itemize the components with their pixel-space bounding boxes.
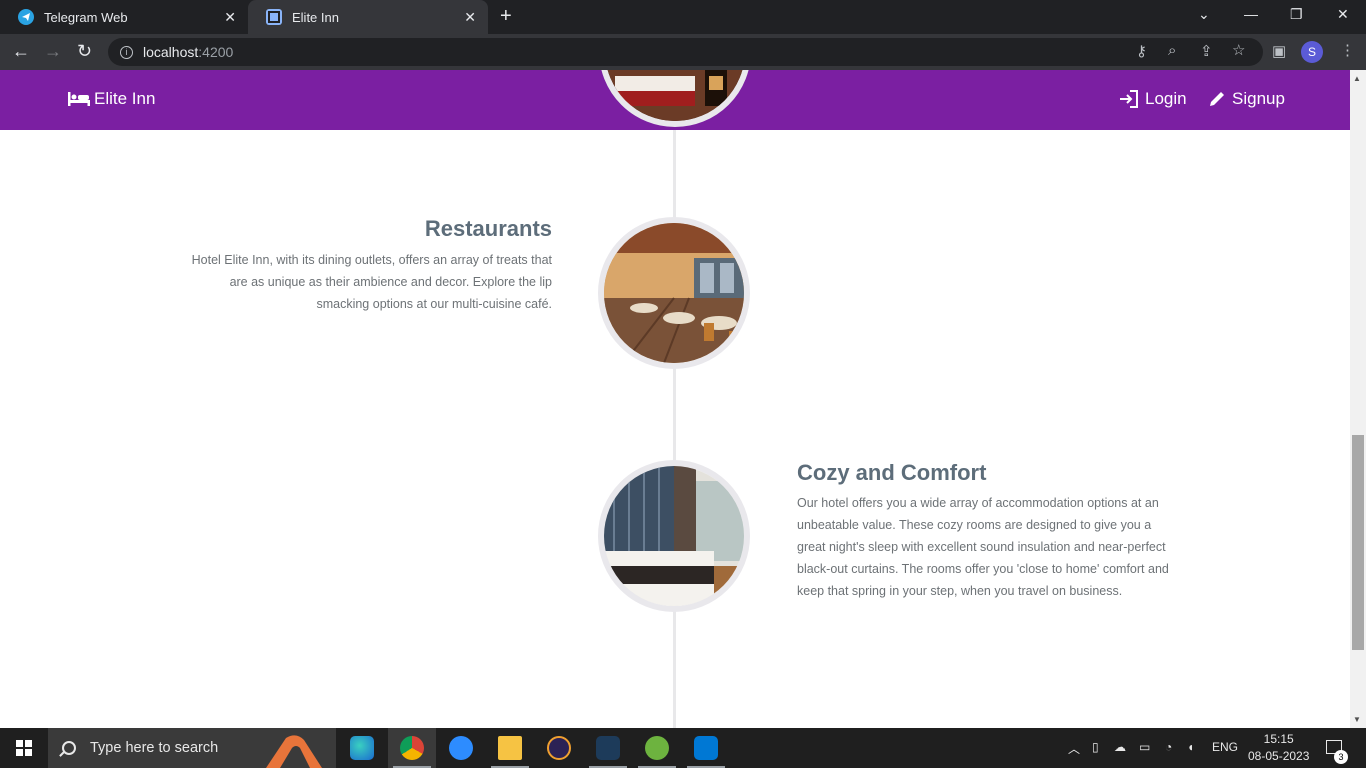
login-icon bbox=[1120, 90, 1138, 108]
key-icon[interactable]: ⚷ bbox=[1136, 42, 1147, 60]
scroll-up-arrow[interactable]: ▲ bbox=[1353, 74, 1361, 83]
clock[interactable]: 15:15 08-05-2023 bbox=[1248, 731, 1309, 765]
tab-title: Elite Inn bbox=[292, 9, 339, 25]
windows-taskbar: Type here to search ︿ ▯ ☁ ▭ ◔ ◖ ENG 15:1… bbox=[0, 728, 1366, 768]
volume-icon[interactable]: ◖ bbox=[1187, 740, 1194, 754]
telegram-icon bbox=[18, 9, 34, 25]
pencil-icon bbox=[1210, 92, 1224, 106]
chrome-icon[interactable] bbox=[400, 736, 424, 760]
restaurants-description: Hotel Elite Inn, with its dining outlets… bbox=[191, 253, 552, 311]
bookmark-star-icon[interactable]: ☆ bbox=[1232, 41, 1245, 59]
zoom-icon[interactable]: ⌕ bbox=[1168, 42, 1176, 59]
site-favicon bbox=[266, 9, 282, 25]
forward-icon[interactable]: → bbox=[44, 41, 62, 62]
zoom-icon[interactable] bbox=[449, 736, 473, 760]
restaurant-image bbox=[598, 217, 750, 369]
clock-date: 08-05-2023 bbox=[1248, 749, 1310, 763]
mysql-workbench-icon[interactable] bbox=[596, 736, 620, 760]
restore-icon[interactable]: ❐ bbox=[1290, 6, 1303, 23]
search-highlight-image bbox=[266, 735, 322, 768]
taskbar-search[interactable]: Type here to search bbox=[48, 728, 336, 768]
device-icon[interactable]: ▯ bbox=[1092, 740, 1099, 754]
browser-tab-bar: Telegram Web ✕ Elite Inn ✕ + ⌄ — ❐ ✕ bbox=[0, 0, 1366, 34]
share-icon[interactable]: ⇪ bbox=[1200, 42, 1213, 60]
search-placeholder: Type here to search bbox=[90, 740, 219, 756]
back-icon[interactable]: ← bbox=[12, 41, 30, 62]
url-port: :4200 bbox=[198, 44, 234, 60]
side-panel-icon[interactable]: ▣ bbox=[1272, 42, 1286, 60]
wifi-icon[interactable]: ◔ bbox=[1165, 740, 1172, 754]
cozy-comfort-heading: Cozy and Comfort bbox=[797, 460, 987, 485]
spring-tools-icon[interactable] bbox=[645, 736, 669, 760]
show-hidden-icons-icon[interactable]: ︿ bbox=[1068, 740, 1080, 757]
bed-icon bbox=[68, 92, 90, 106]
brand-link[interactable]: Elite Inn bbox=[68, 89, 155, 109]
tab-elite-inn[interactable]: Elite Inn ✕ bbox=[248, 0, 488, 34]
onedrive-icon[interactable]: ☁ bbox=[1114, 740, 1126, 754]
site-info-icon[interactable]: i bbox=[120, 45, 133, 59]
cozy-room-image bbox=[598, 460, 750, 612]
restaurants-heading: Restaurants bbox=[424, 216, 552, 241]
file-explorer-icon[interactable] bbox=[498, 736, 522, 760]
page-viewport: Elite Inn Login Signup Restaurants Hotel… bbox=[0, 70, 1366, 728]
language-indicator[interactable]: ENG bbox=[1212, 740, 1238, 754]
tab-title: Telegram Web bbox=[44, 9, 128, 25]
notification-count: 3 bbox=[1334, 750, 1348, 764]
battery-icon[interactable]: ▭ bbox=[1139, 740, 1150, 754]
browser-toolbar: ← → ↻ i localhost:4200 ⚷ ⌕ ⇪ ☆ ▣ ⋮ bbox=[0, 34, 1366, 70]
login-link[interactable]: Login bbox=[1119, 89, 1187, 109]
close-tab-icon[interactable]: ✕ bbox=[224, 9, 236, 26]
timeline-line bbox=[673, 70, 676, 728]
tab-search-icon[interactable]: ⌄ bbox=[1198, 6, 1210, 23]
scroll-down-arrow[interactable]: ▼ bbox=[1353, 715, 1361, 724]
cozy-comfort-description: Our hotel offers you a wide array of acc… bbox=[797, 496, 1169, 598]
search-icon bbox=[62, 741, 76, 755]
scrollbar-thumb[interactable] bbox=[1352, 435, 1364, 650]
address-bar[interactable]: i localhost:4200 bbox=[108, 38, 1263, 66]
minimize-icon[interactable]: — bbox=[1244, 6, 1258, 22]
edge-icon[interactable] bbox=[350, 736, 374, 760]
url-host: localhost bbox=[143, 44, 199, 60]
clock-time: 15:15 bbox=[1263, 732, 1294, 746]
windows-start-icon[interactable] bbox=[16, 740, 32, 756]
profile-avatar[interactable]: S bbox=[1301, 41, 1323, 63]
close-window-icon[interactable]: ✕ bbox=[1337, 6, 1349, 23]
new-tab-icon[interactable]: + bbox=[500, 5, 512, 28]
brand-name: Elite Inn bbox=[94, 89, 156, 108]
tab-telegram-web[interactable]: Telegram Web ✕ bbox=[0, 0, 248, 34]
menu-icon[interactable]: ⋮ bbox=[1340, 41, 1355, 59]
reload-icon[interactable]: ↻ bbox=[77, 41, 92, 62]
vscode-icon[interactable] bbox=[694, 736, 718, 760]
close-tab-icon[interactable]: ✕ bbox=[464, 9, 476, 26]
eclipse-icon[interactable] bbox=[547, 736, 571, 760]
signup-label: Signup bbox=[1232, 89, 1285, 108]
signup-link[interactable]: Signup bbox=[1208, 89, 1285, 109]
login-label: Login bbox=[1145, 89, 1187, 108]
